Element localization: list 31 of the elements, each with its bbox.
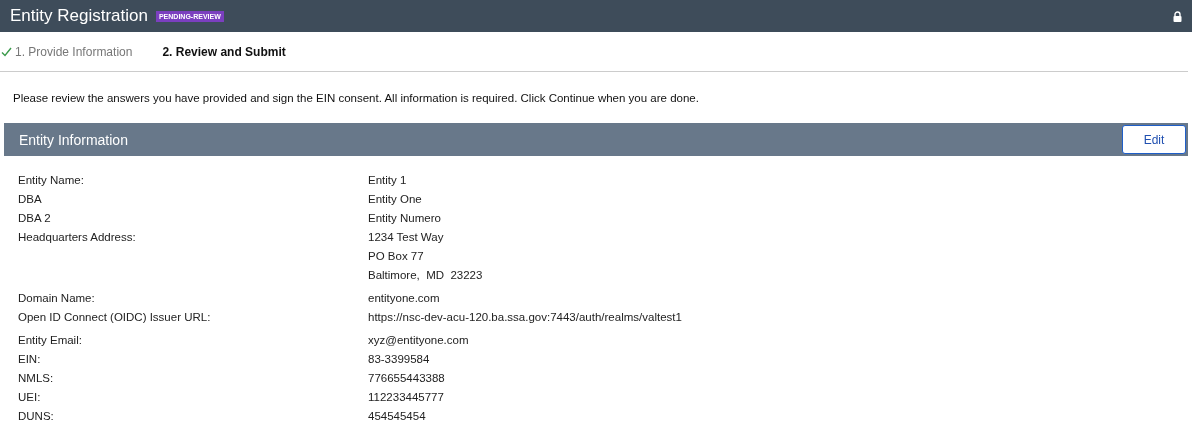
field-label: DUNS:	[18, 409, 55, 423]
field-label: DBA 2	[18, 211, 52, 225]
field-label: Headquarters Address:	[18, 230, 137, 245]
field-label: EIN:	[18, 352, 42, 366]
field-value: https://nsc-dev-acu-120.ba.ssa.gov:7443/auth/realms/valtest1	[368, 310, 682, 324]
page-title: Entity Registration	[10, 6, 148, 26]
field-value: 83-3399584	[368, 352, 430, 366]
field-label: NMLS:	[18, 371, 55, 385]
field-label: DBA	[18, 192, 43, 206]
instructions-text: Please review the answers you have provided and sign the EIN consent. All information is required. Click Continue when you are done.	[13, 92, 700, 104]
field-value: 776655443388	[368, 371, 445, 385]
field-value: Entity 1	[368, 173, 407, 187]
edit-button[interactable]: Edit	[1122, 125, 1186, 154]
field-value: Entity Numero	[368, 211, 441, 225]
section-title: Entity Information	[19, 131, 128, 148]
field-value: Baltimore, MD 23223	[368, 268, 483, 282]
wizard-step[interactable]: 2. Review and Submit	[162, 44, 286, 59]
field-value: 112233445777	[368, 390, 444, 404]
field-value: 454545454	[368, 409, 426, 423]
field-label: Entity Email:	[18, 333, 83, 347]
field-label: Open ID Connect (OIDC) Issuer URL:	[18, 310, 212, 324]
field-label: Entity Name:	[18, 173, 85, 187]
field-value: PO Box 77	[368, 249, 425, 263]
check-icon	[1, 46, 12, 57]
field-label: UEI:	[18, 390, 42, 404]
field-value: 1234 Test Way	[368, 230, 445, 244]
field-value: Entity One	[368, 192, 422, 206]
field-label: Domain Name:	[18, 291, 96, 305]
field-value: xyz@entityone.com	[368, 333, 469, 347]
field-value: entityone.com	[368, 291, 440, 305]
wizard-step[interactable]: 1. Provide Information	[1, 44, 133, 59]
